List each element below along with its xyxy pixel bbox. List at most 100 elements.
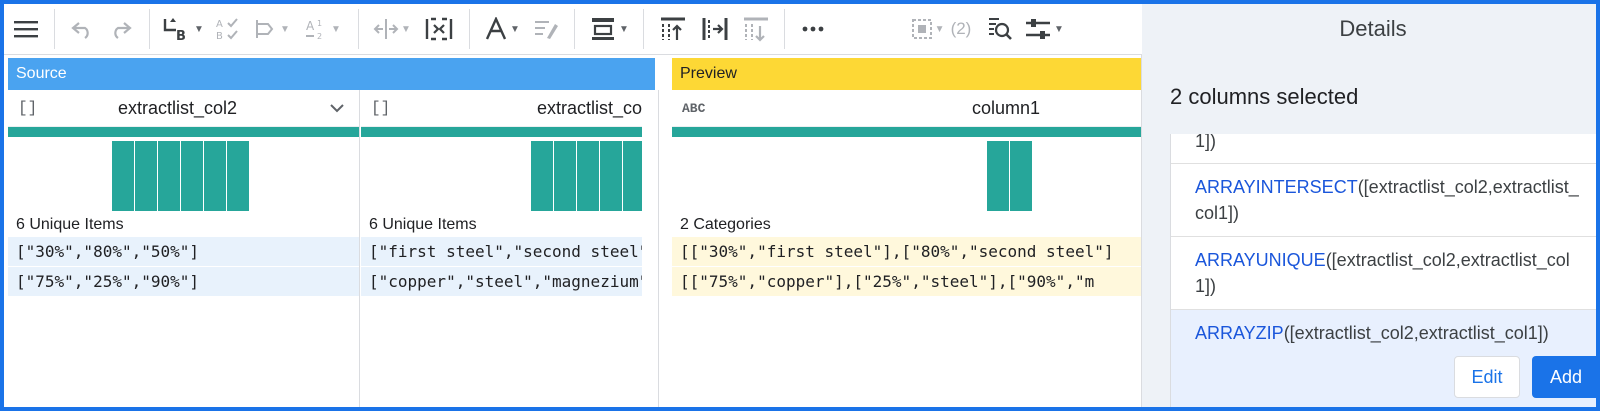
histogram-bar[interactable] xyxy=(987,141,1009,211)
data-quality-bar xyxy=(8,127,359,137)
toolbar-divider xyxy=(784,9,785,49)
table-cell[interactable]: [["30%","first steel"],["80%","second st… xyxy=(672,237,1142,267)
source-column-extractlist-col2[interactable]: [] extractlist_col2 6 Unique Items ["30%… xyxy=(8,90,359,300)
table-cell[interactable]: ["first steel","second steel" xyxy=(361,237,642,267)
toolbar-divider xyxy=(574,9,575,49)
histogram-bar[interactable] xyxy=(158,141,180,211)
toolbar-divider xyxy=(358,9,359,49)
change-type-button[interactable]: B ▼ xyxy=(158,9,208,49)
move-column-icon[interactable]: ▼ xyxy=(367,9,417,49)
selection-summary: 2 columns selected xyxy=(1170,84,1359,109)
column-summary: 6 Unique Items xyxy=(369,216,477,233)
merge-icon[interactable]: ▼ xyxy=(248,9,296,49)
clean-format-icon[interactable] xyxy=(526,9,566,49)
histogram-bar[interactable] xyxy=(623,141,642,211)
chevron-down-icon: ▼ xyxy=(510,23,520,35)
pane-divider xyxy=(658,90,659,407)
function-name: ARRAYUNIQUE xyxy=(1195,250,1326,270)
app-frame: B ▼ AB ▼ A12 ▼ ▼ ▼ ▼ ▼ (2) ▼ Details Sou… xyxy=(0,0,1600,411)
source-header: Source xyxy=(8,58,655,90)
text-format-icon[interactable]: ▼ xyxy=(478,9,526,49)
undo-icon[interactable] xyxy=(63,9,101,49)
insert-rows-icon[interactable] xyxy=(652,9,694,49)
svg-text:A: A xyxy=(216,19,223,30)
function-name: ARRAYINTERSECT xyxy=(1195,177,1358,197)
chevron-down-icon: ▼ xyxy=(401,23,411,35)
table-cell[interactable]: ["copper","steel","magnezium" xyxy=(361,267,642,297)
column-name: extractlist_col2 xyxy=(118,97,238,118)
histogram-bar[interactable] xyxy=(204,141,226,211)
function-args: ([extractlist_col2,extractlist_col1]) xyxy=(1283,323,1549,343)
expand-icon[interactable] xyxy=(417,9,461,49)
details-header: Details xyxy=(1142,4,1596,54)
preview-column-column1[interactable]: ABC column1 2 Categories [["30%","first … xyxy=(672,90,1142,300)
menu-icon[interactable] xyxy=(6,9,46,49)
svg-text:2: 2 xyxy=(317,32,322,41)
redo-icon[interactable] xyxy=(101,9,141,49)
data-quality-bar xyxy=(672,127,1142,137)
svg-text:A: A xyxy=(306,19,315,33)
histogram-bar[interactable] xyxy=(600,141,622,211)
histogram xyxy=(361,137,642,213)
toolbar-divider xyxy=(643,9,644,49)
edit-button[interactable]: Edit xyxy=(1454,356,1520,398)
suggestion-item-arrayunique[interactable]: ARRAYUNIQUE([extractlist_col2,extractlis… xyxy=(1171,237,1596,310)
settings-sliders-icon[interactable]: ▼ xyxy=(1019,9,1069,49)
source-column-extractlist-col1[interactable]: [] extractlist_col1 6 Unique Items ["fir… xyxy=(361,90,642,300)
preview-label: Preview xyxy=(680,65,737,82)
histogram-bar[interactable] xyxy=(227,141,249,211)
histogram-bar[interactable] xyxy=(531,141,553,211)
table-cell[interactable]: ["30%","80%","50%"] xyxy=(8,237,359,267)
select-columns-button[interactable]: ▼ (2) xyxy=(903,9,979,49)
svg-text:1: 1 xyxy=(317,19,322,28)
toolbar-divider xyxy=(469,9,470,49)
chevron-down-icon: ▼ xyxy=(194,23,204,35)
column-summary: 2 Categories xyxy=(680,216,771,233)
add-button[interactable]: Add xyxy=(1532,356,1596,398)
more-icon[interactable] xyxy=(793,9,833,49)
chevron-down-icon: ▼ xyxy=(331,23,341,35)
unpivot-icon[interactable] xyxy=(736,9,776,49)
sort-icon[interactable]: A1 2 ▼ xyxy=(296,9,350,49)
validate-icon[interactable]: AB xyxy=(208,9,248,49)
svg-text:B: B xyxy=(176,29,186,42)
chevron-down-icon: ▼ xyxy=(934,23,945,35)
histogram-bar[interactable] xyxy=(577,141,599,211)
histogram-bar[interactable] xyxy=(135,141,157,211)
histogram-bar[interactable] xyxy=(112,141,134,211)
histogram-bar[interactable] xyxy=(554,141,576,211)
column-divider xyxy=(359,90,360,407)
column-header[interactable]: ABC column1 xyxy=(672,90,1142,127)
preview-header: Preview xyxy=(672,58,1142,90)
toolbar-divider xyxy=(149,9,150,49)
array-type-icon: [] xyxy=(371,99,391,117)
histogram xyxy=(8,137,359,213)
split-columns-icon[interactable] xyxy=(694,9,736,49)
chevron-down-icon: ▼ xyxy=(619,23,629,35)
histogram-bar[interactable] xyxy=(181,141,203,211)
histogram-bar[interactable] xyxy=(1010,141,1032,211)
chevron-down-icon[interactable] xyxy=(330,100,344,116)
column-header[interactable]: [] extractlist_col2 xyxy=(8,90,359,127)
column-header[interactable]: [] extractlist_col1 xyxy=(361,90,642,127)
svg-text:B: B xyxy=(216,31,223,41)
function-args: 1]) xyxy=(1195,134,1217,151)
source-label: Source xyxy=(16,65,67,82)
search-icon[interactable] xyxy=(979,9,1019,49)
details-title: Details xyxy=(1339,16,1407,41)
selection-count: (2) xyxy=(950,19,972,38)
suggestion-item-arrayintersect[interactable]: ARRAYINTERSECT([extractlist_col2,extract… xyxy=(1171,164,1596,237)
chevron-down-icon: ▼ xyxy=(280,23,290,35)
table-cell[interactable]: ["75%","25%","90%"] xyxy=(8,267,359,297)
array-type-icon: [] xyxy=(18,99,38,117)
column-summary: 6 Unique Items xyxy=(16,216,124,233)
string-type-icon: ABC xyxy=(682,100,706,116)
suggestion-item[interactable]: 1]) xyxy=(1171,134,1596,164)
data-quality-bar xyxy=(361,127,642,137)
column-layout-icon[interactable]: ▼ xyxy=(583,9,635,49)
toolbar-divider xyxy=(54,9,55,49)
table-cell[interactable]: [["75%","copper"],["25%","steel"],["90%"… xyxy=(672,267,1142,297)
details-panel: 2 columns selected 1]) ARRAYINTERSECT([e… xyxy=(1142,54,1596,407)
column-name: extractlist_col1 xyxy=(537,97,642,118)
column-name: column1 xyxy=(972,97,1041,118)
